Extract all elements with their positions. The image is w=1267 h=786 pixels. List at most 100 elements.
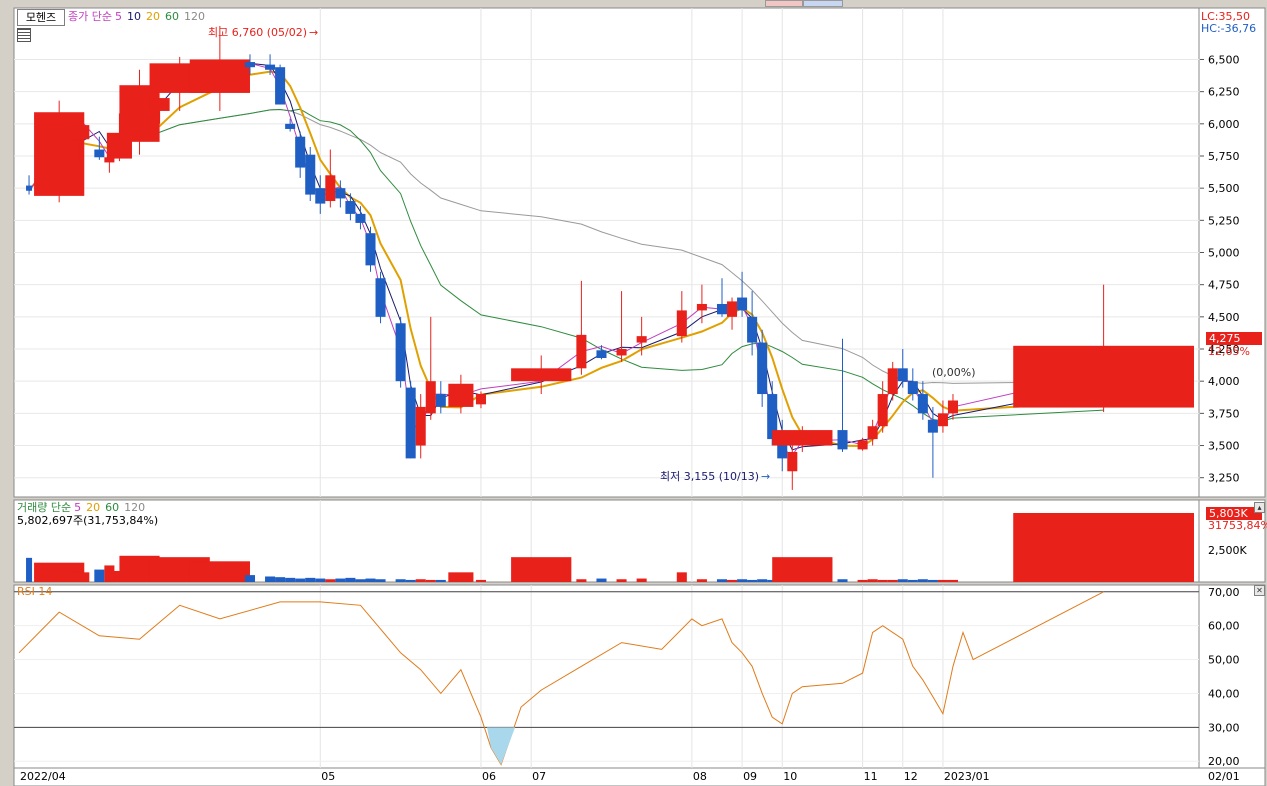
candle-body <box>596 350 607 359</box>
candle-body <box>275 67 286 105</box>
candle-body <box>716 303 728 315</box>
volume-legend-ma60: 60 <box>105 501 120 514</box>
volume-bar <box>837 579 848 582</box>
volume-bar <box>737 579 748 582</box>
candle-body <box>727 301 738 317</box>
volume-bar <box>616 579 627 582</box>
volume-pct: 31753,84% <box>1208 519 1267 532</box>
candle-body <box>636 336 647 343</box>
rsi-tick-label: 20,00 <box>1208 755 1240 768</box>
volume-collapse-icon[interactable]: ▴ <box>1254 502 1265 513</box>
price-tick-label: 5,250 <box>1208 214 1240 227</box>
price-tick-label: 4,500 <box>1208 311 1240 324</box>
grid-icon[interactable] <box>17 28 31 42</box>
volume-tick-label: 2,500K <box>1208 544 1247 557</box>
candle-body <box>867 426 878 440</box>
volume-bar <box>576 579 587 582</box>
stock-name-tab[interactable]: 모헨즈 <box>17 9 65 26</box>
volume-bar <box>716 579 728 582</box>
current-change: 12,65% <box>1208 345 1250 358</box>
price-tick-label: 3,250 <box>1208 472 1240 485</box>
date-tick-label: 09 <box>743 770 757 783</box>
price-tick-label: 5,500 <box>1208 182 1240 195</box>
price-tick-label: 4,000 <box>1208 375 1240 388</box>
candle-body <box>897 368 908 382</box>
candle-body <box>335 188 346 199</box>
candle-body <box>265 64 276 70</box>
candle-body <box>877 394 888 427</box>
candle-body <box>747 316 758 343</box>
hc-label: HC:-36,76 <box>1201 22 1257 35</box>
date-tick-label: 11 <box>864 770 878 783</box>
volume-bar <box>405 579 416 582</box>
volume-bar <box>747 579 758 582</box>
volume-legend-ma20: 20 <box>86 501 101 514</box>
candle-body <box>355 213 366 223</box>
volume-bar <box>897 579 908 582</box>
candle-body <box>907 381 918 395</box>
rsi-tick-label: 40,00 <box>1208 687 1240 700</box>
candle-body <box>837 430 848 450</box>
volume-bar <box>511 557 572 582</box>
candle-body <box>917 394 928 414</box>
date-tick-label: 10 <box>783 770 797 783</box>
toolbar-button-red[interactable] <box>765 0 803 7</box>
candle-body <box>448 383 474 407</box>
price-tick-label: 5,750 <box>1208 150 1240 163</box>
volume-bar <box>596 578 607 582</box>
rsi-close-icon[interactable]: ✕ <box>1254 585 1265 596</box>
date-tick-label: 05 <box>321 770 335 783</box>
toolbar-button-blue[interactable] <box>803 0 843 7</box>
candle-body <box>395 323 406 382</box>
volume-legend: 거래량 단순 5 20 60 120 <box>17 501 150 515</box>
candle-body <box>1013 345 1194 408</box>
volume-bar <box>26 557 33 582</box>
price-tick-label: 5,000 <box>1208 247 1240 260</box>
candle-body <box>927 419 938 433</box>
arrow-right-icon: → <box>761 470 771 483</box>
candle-body <box>69 125 90 140</box>
volume-bar <box>867 579 878 582</box>
price-tick-label: 3,750 <box>1208 407 1240 420</box>
candle-body <box>616 349 627 356</box>
volume-bar <box>877 579 888 582</box>
volume-bar <box>415 579 426 582</box>
date-tick-label: 12 <box>904 770 918 783</box>
low-annotation: 최저 3,155 (10/13) → <box>660 470 775 484</box>
legend-label: 종가 단순 <box>68 10 112 23</box>
volume-bar <box>927 579 938 582</box>
volume-bar <box>335 578 346 582</box>
volume-bar <box>475 579 486 582</box>
volume-bar <box>425 579 436 582</box>
volume-bar <box>636 578 647 582</box>
date-tick-label: 07 <box>532 770 546 783</box>
volume-bar <box>325 579 336 582</box>
candle-body <box>285 123 296 129</box>
volume-bar <box>1013 513 1194 582</box>
volume-legend-ma120: 120 <box>124 501 146 514</box>
candle-body <box>857 440 868 450</box>
volume-bar <box>757 579 768 582</box>
volume-bar <box>244 575 256 582</box>
volume-bar <box>295 578 306 582</box>
volume-bar <box>305 577 316 582</box>
price-tick-label: 6,250 <box>1208 86 1240 99</box>
legend-ma20: 20 <box>145 10 160 23</box>
candle-body <box>345 201 356 214</box>
volume-bar <box>315 578 326 582</box>
date-axis-panel <box>13 767 1266 786</box>
candle-body <box>244 62 256 68</box>
rsi-panel-axis <box>1198 584 1266 769</box>
volume-bar <box>857 579 868 582</box>
candle-body <box>189 59 250 93</box>
candle-body <box>676 310 687 337</box>
price-tick-label: 6,000 <box>1208 118 1240 131</box>
candle-body <box>325 175 336 202</box>
rsi-tick-label: 70,00 <box>1208 586 1240 599</box>
legend-ma60: 60 <box>164 10 179 23</box>
current-price-badge: 4,275 <box>1206 332 1262 345</box>
candle-body <box>737 297 748 311</box>
candle-body <box>947 400 958 414</box>
rsi-tick-label: 30,00 <box>1208 721 1240 734</box>
volume-bar <box>285 577 296 582</box>
